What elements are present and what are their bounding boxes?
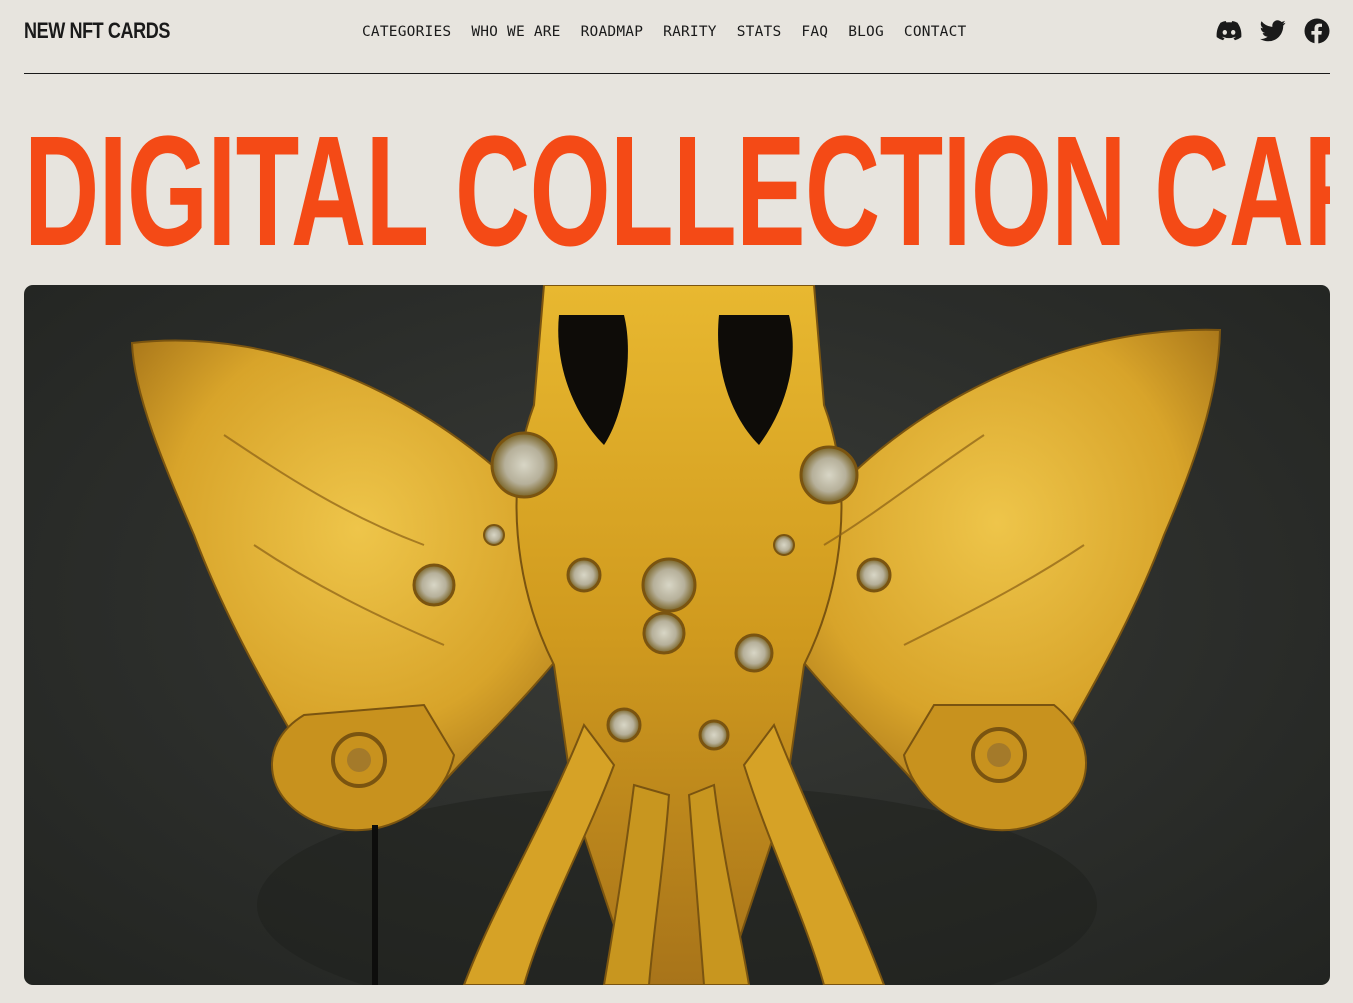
- hero-title-text: DIGITAL COLLECTION CARDS: [24, 112, 1330, 272]
- nav-item-who-we-are[interactable]: WHO WE ARE: [461, 19, 570, 45]
- yellow-winged-sculpture: [130, 285, 1222, 985]
- facebook-icon[interactable]: [1304, 18, 1330, 44]
- nav-item-categories[interactable]: CATEGORIES: [352, 19, 461, 45]
- site-logo[interactable]: NEW NFT CARDS: [24, 17, 170, 45]
- site-header: NEW NFT CARDS CATEGORIES WHO WE ARE ROAD…: [24, 0, 1330, 74]
- hero-title: DIGITAL COLLECTION CARDS: [24, 112, 1330, 272]
- discord-icon[interactable]: [1216, 18, 1242, 44]
- nav-item-faq[interactable]: FAQ: [791, 19, 838, 45]
- nav-item-contact[interactable]: CONTACT: [894, 19, 977, 45]
- twitter-icon[interactable]: [1260, 18, 1286, 44]
- nav-item-blog[interactable]: BLOG: [838, 19, 894, 45]
- hero-image: [24, 285, 1330, 985]
- nav-item-rarity[interactable]: RARITY: [653, 19, 727, 45]
- social-links: [1216, 18, 1330, 44]
- nav-item-stats[interactable]: STATS: [727, 19, 792, 45]
- nav-item-roadmap[interactable]: ROADMAP: [571, 19, 654, 45]
- main-nav: CATEGORIES WHO WE ARE ROADMAP RARITY STA…: [352, 19, 976, 45]
